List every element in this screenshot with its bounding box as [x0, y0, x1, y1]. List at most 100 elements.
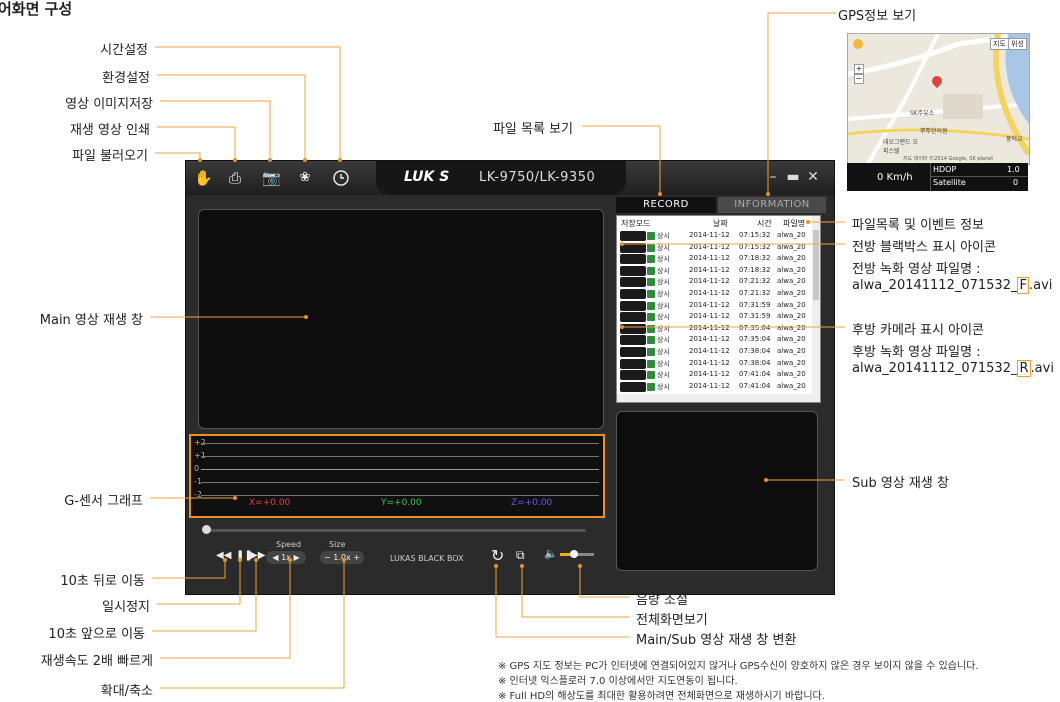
seek-knob[interactable] — [202, 525, 211, 534]
file-row[interactable]: 상시 2014-11-12 07:15:32 alwa_20 — [617, 230, 812, 242]
gps-map[interactable]: + − 지도 위성 SK주유소 뿌뿌한의원 대오그랜드 오피스텔 풍덕교 지도 … — [847, 33, 1030, 165]
map-pan-control[interactable] — [853, 39, 863, 49]
row-time: 07:15:32 — [739, 242, 771, 251]
map-zoom-out-button[interactable]: − — [854, 74, 864, 84]
file-row[interactable]: 상시 2014-11-12 07:38:04 alwa_20 — [617, 346, 812, 358]
car-thumbnail-icon — [620, 300, 646, 311]
zoom-out-icon[interactable]: − — [324, 553, 331, 562]
tab-information[interactable]: INFORMATION — [718, 197, 826, 213]
label-volume: 음량 조절 — [636, 593, 688, 608]
speed-up-icon[interactable]: ▶ — [293, 553, 299, 562]
file-row[interactable]: 상시 2014-11-12 07:18:32 alwa_20 — [617, 265, 812, 277]
minimize-button[interactable]: – — [766, 169, 780, 185]
settings-icon[interactable]: ❀ — [296, 169, 314, 187]
gsensor-gridline — [201, 495, 599, 496]
row-file: alwa_20 — [777, 242, 806, 251]
volume-slider[interactable] — [560, 550, 594, 558]
row-mode: 상시 — [657, 255, 670, 264]
file-row[interactable]: 상시 2014-11-12 07:41:04 alwa_20 — [617, 381, 812, 393]
label-file-list: 파일 목록 보기 — [492, 122, 573, 137]
car-thumbnail-icon — [620, 335, 646, 346]
file-row[interactable]: 상시 2014-11-12 07:41:04 alwa_20 — [617, 369, 812, 381]
front-camera-icon — [647, 348, 655, 356]
gsensor-y-value: Y=+0.00 — [381, 498, 422, 508]
front-camera-icon — [647, 324, 655, 333]
print-icon[interactable]: ⎙ — [226, 169, 244, 187]
file-row[interactable]: 상시 2014-11-12 07:15:32 alwa_20 — [617, 242, 812, 254]
close-button[interactable]: ✕ — [806, 169, 820, 185]
seek-bar[interactable] — [204, 529, 586, 532]
label-rear-icon: 후방 카메라 표시 아이콘 — [852, 323, 984, 338]
tab-record[interactable]: RECORD — [616, 197, 716, 213]
forward-10s-button[interactable]: ▶▶ — [250, 550, 265, 561]
col-file: 파일명 — [783, 219, 806, 228]
row-file: alwa_20 — [777, 265, 806, 274]
row-mode: 상시 — [657, 266, 670, 275]
camera-icon[interactable]: 📷 — [262, 169, 281, 187]
speed-down-icon[interactable]: ◀ — [272, 553, 278, 562]
front-camera-icon — [647, 313, 655, 322]
clock-icon[interactable] — [332, 169, 350, 187]
fullscreen-icon[interactable]: ⧉ — [516, 548, 525, 563]
label-switch: Main/Sub 영상 재생 창 변환 — [636, 633, 797, 648]
note: ※ GPS 지도 정보는 PC가 인터넷에 연결되어있지 않거나 GPS수신이 … — [498, 661, 979, 672]
row-date: 2014-11-12 — [689, 242, 730, 251]
satellite-button[interactable]: 위성 — [1008, 38, 1027, 50]
rear-marker: R — [1017, 360, 1031, 377]
file-row[interactable]: 상시 2014-11-12 07:35:04 alwa_20 — [617, 334, 812, 346]
row-file: alwa_20 — [777, 358, 806, 367]
zoom-in-icon[interactable]: + — [353, 553, 360, 562]
file-row[interactable]: 상시 2014-11-12 07:31:59 alwa_20 — [617, 300, 812, 312]
file-row[interactable]: 상시 2014-11-12 07:31:59 alwa_20 — [617, 311, 812, 323]
row-time: 07:18:32 — [739, 265, 771, 274]
row-time: 07:38:04 — [739, 358, 771, 367]
file-row[interactable]: 상시 2014-11-12 07:38:04 alwa_20 — [617, 358, 812, 370]
note: ※ 인터넷 익스플로러 7.0 이상에서만 지도연동이 됩니다. — [498, 676, 738, 687]
title-bar: ✋ ⎙ 📷 ❀ LUK S LK-9750/LK-9350 – ▬ ✕ — [186, 161, 834, 195]
file-row[interactable]: 상시 2014-11-12 07:18:32 alwa_20 — [617, 253, 812, 265]
front-camera-icon — [647, 382, 655, 391]
size-control[interactable]: − 1.0x + — [320, 551, 364, 564]
size-value: 1.0x — [333, 553, 351, 562]
speed-control[interactable]: ◀ 1x ▶ — [266, 551, 306, 564]
speed-value: 1x — [281, 553, 291, 562]
front-camera-icon — [647, 290, 655, 298]
brand-area: LUK S LK-9750/LK-9350 — [376, 161, 626, 195]
row-time: 07:31:59 — [739, 300, 771, 309]
label-zoom: 확대/축소 — [100, 684, 153, 699]
front-camera-icon — [647, 266, 655, 275]
row-mode: 상시 — [657, 290, 670, 298]
col-mode: 저장모드 — [621, 219, 651, 228]
file-row[interactable]: 상시 2014-11-12 07:21:32 alwa_20 — [617, 276, 812, 288]
brand-text: LUKAS BLACK BOX — [390, 554, 464, 563]
row-date: 2014-11-12 — [689, 347, 730, 355]
page-title: 어화면 구성 — [0, 0, 73, 18]
main-video-pane[interactable] — [198, 209, 604, 429]
sub-video-pane[interactable] — [616, 411, 818, 571]
maximize-button[interactable]: ▬ — [786, 169, 800, 185]
row-mode: 상시 — [657, 313, 670, 322]
switch-view-icon[interactable]: ↻ — [491, 546, 504, 565]
load-file-icon[interactable]: ✋ — [194, 169, 213, 187]
file-row[interactable]: 상시 2014-11-12 07:21:32 alwa_20 — [617, 288, 812, 300]
file-row[interactable]: 상시 2014-11-12 07:35:04 alwa_20 — [617, 323, 812, 335]
rewind-10s-button[interactable]: ◀◀ — [216, 550, 231, 561]
satellite-value: 0 — [1013, 178, 1019, 187]
horizontal-scrollbar[interactable] — [617, 394, 812, 402]
vertical-scroll-thumb[interactable] — [813, 230, 819, 300]
row-file: alwa_20 — [777, 323, 806, 332]
col-date: 날짜 — [713, 219, 728, 228]
label-fullscreen: 전체화면보기 — [636, 613, 708, 628]
label-rear-name-title: 후방 녹화 영상 파일명 : — [852, 345, 981, 360]
row-date: 2014-11-12 — [689, 370, 730, 379]
speed-readout: 0 Km/h — [877, 172, 913, 183]
size-label: Size — [329, 540, 346, 549]
volume-knob[interactable] — [569, 550, 578, 558]
app-window: ✋ ⎙ 📷 ❀ LUK S LK-9750/LK-9350 – ▬ ✕ +2 +… — [185, 160, 835, 595]
map-button[interactable]: 지도 — [990, 38, 1009, 50]
label-front-icon: 전방 블랙박스 표시 아이콘 — [852, 240, 996, 255]
map-zoom-in-button[interactable]: + — [854, 64, 864, 74]
map-attribution: 지도 데이터 ©2014 Google, SK planet — [903, 156, 994, 162]
row-file: alwa_20 — [777, 289, 806, 297]
car-thumbnail-icon — [620, 231, 646, 241]
